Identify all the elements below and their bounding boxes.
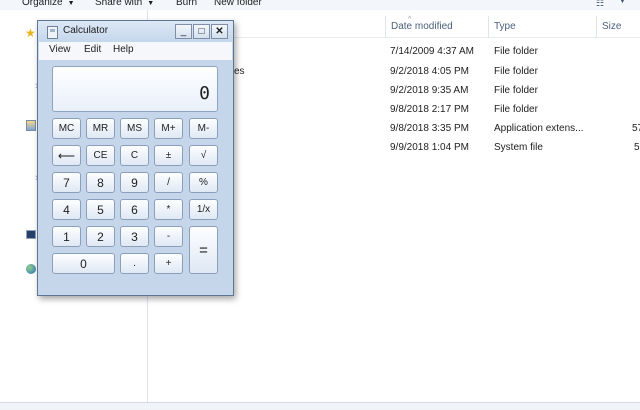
- close-button[interactable]: ✕: [211, 24, 228, 39]
- row-type: File folder: [494, 104, 538, 115]
- calculator-menubar: View Edit Help: [39, 42, 232, 60]
- row-type: File folder: [494, 85, 538, 96]
- calculator-titlebar[interactable]: Calculator _ □ ✕: [38, 21, 233, 42]
- backspace-button[interactable]: ⟵: [52, 145, 81, 166]
- column-size[interactable]: Size: [596, 16, 640, 38]
- clear-entry-button[interactable]: CE: [86, 145, 115, 166]
- memory-subtract-button[interactable]: M-: [189, 118, 218, 139]
- menu-view[interactable]: View: [49, 44, 71, 55]
- add-button[interactable]: +: [154, 253, 183, 274]
- maximize-button[interactable]: □: [193, 24, 210, 39]
- row-size: 57: [632, 123, 640, 134]
- memory-add-button[interactable]: M+: [154, 118, 183, 139]
- share-with-button[interactable]: Share with ▼: [95, 0, 154, 8]
- chevron-down-icon: ▼: [147, 0, 155, 7]
- decimal-button[interactable]: .: [120, 253, 149, 274]
- calculator-window[interactable]: Calculator _ □ ✕ View Edit Help 0 MC MR …: [37, 20, 234, 296]
- digit-1-button[interactable]: 1: [52, 226, 81, 247]
- digit-8-button[interactable]: 8: [86, 172, 115, 193]
- row-date: 9/2/2018 9:35 AM: [390, 85, 469, 96]
- chevron-down-icon: ▼: [67, 0, 75, 7]
- burn-button[interactable]: Burn: [176, 0, 197, 8]
- memory-recall-button[interactable]: MR: [86, 118, 115, 139]
- favorites-star-icon[interactable]: ★: [25, 27, 36, 39]
- negate-button[interactable]: ±: [154, 145, 183, 166]
- row-date: 9/8/2018 2:17 PM: [390, 104, 469, 115]
- status-bar: [0, 402, 640, 410]
- computer-icon[interactable]: [26, 230, 36, 239]
- new-folder-button[interactable]: New folder: [214, 0, 262, 8]
- calculator-app-icon: [47, 26, 58, 39]
- column-type[interactable]: Type: [488, 16, 596, 38]
- display-value: 0: [199, 83, 210, 104]
- digit-0-button[interactable]: 0: [52, 253, 115, 274]
- row-type: File folder: [494, 46, 538, 57]
- memory-clear-button[interactable]: MC: [52, 118, 81, 139]
- divide-button[interactable]: /: [154, 172, 183, 193]
- menu-edit[interactable]: Edit: [84, 44, 101, 55]
- square-root-button[interactable]: √: [189, 145, 218, 166]
- window-title: Calculator: [63, 25, 109, 36]
- row-date: 9/2/2018 4:05 PM: [390, 66, 469, 77]
- organize-button[interactable]: Organize ▼: [22, 0, 75, 8]
- row-date: 9/9/2018 1:04 PM: [390, 142, 469, 153]
- row-type: Application extens...: [494, 123, 584, 134]
- chevron-down-icon[interactable]: ▼: [619, 0, 626, 5]
- memory-store-button[interactable]: MS: [120, 118, 149, 139]
- digit-6-button[interactable]: 6: [120, 199, 149, 220]
- digit-5-button[interactable]: 5: [86, 199, 115, 220]
- calculator-display: 0: [52, 66, 218, 112]
- subtract-button[interactable]: -: [154, 226, 183, 247]
- digit-3-button[interactable]: 3: [120, 226, 149, 247]
- clear-button[interactable]: C: [120, 145, 149, 166]
- row-name-fragment: es: [234, 66, 245, 77]
- share-with-label: Share with: [95, 0, 143, 8]
- digit-2-button[interactable]: 2: [86, 226, 115, 247]
- column-date-modified[interactable]: Date modified: [385, 16, 488, 38]
- row-size: 5: [634, 142, 640, 153]
- change-view-icon[interactable]: ☷: [596, 0, 604, 9]
- menu-help[interactable]: Help: [113, 44, 134, 55]
- percent-button[interactable]: %: [189, 172, 218, 193]
- row-type: File folder: [494, 66, 538, 77]
- equals-button[interactable]: =: [189, 226, 218, 274]
- minimize-button[interactable]: _: [175, 24, 192, 39]
- network-icon[interactable]: [26, 264, 36, 274]
- digit-4-button[interactable]: 4: [52, 199, 81, 220]
- row-date: 7/14/2009 4:37 AM: [390, 46, 474, 57]
- libraries-icon[interactable]: [26, 120, 36, 131]
- row-type: System file: [494, 142, 543, 153]
- digit-7-button[interactable]: 7: [52, 172, 81, 193]
- explorer-toolbar: Organize ▼ Share with ▼ Burn New folder ☷ …: [0, 0, 640, 10]
- digit-9-button[interactable]: 9: [120, 172, 149, 193]
- organize-label: Organize: [22, 0, 63, 8]
- multiply-button[interactable]: *: [154, 199, 183, 220]
- row-date: 9/8/2018 3:35 PM: [390, 123, 469, 134]
- reciprocal-button[interactable]: 1/x: [189, 199, 218, 220]
